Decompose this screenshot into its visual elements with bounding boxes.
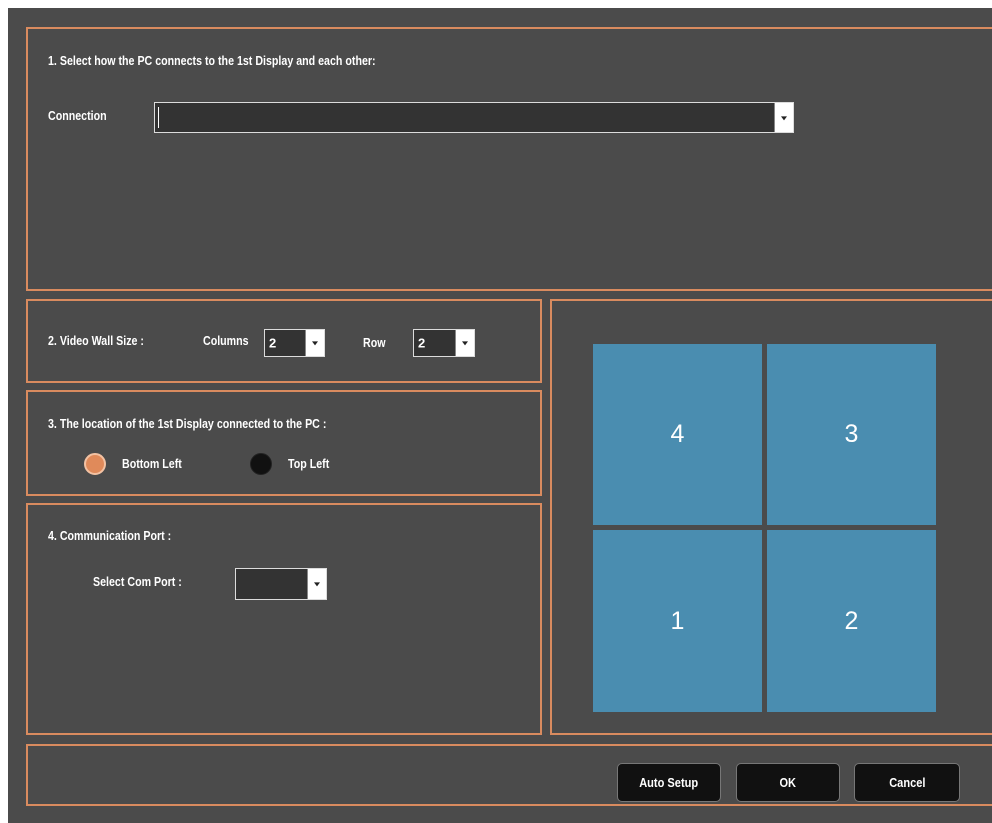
radio-label-bottom-left: Bottom Left (122, 456, 182, 471)
row-label: Row (363, 335, 386, 350)
chevron-down-icon[interactable] (305, 330, 324, 356)
com-port-label: Select Com Port : (93, 574, 182, 589)
display-tile[interactable]: 4 (593, 344, 762, 525)
display-tile[interactable]: 1 (593, 530, 762, 712)
chevron-down-icon[interactable] (774, 103, 793, 132)
section3-title: 3. The location of the 1st Display conne… (48, 416, 327, 431)
ok-label: OK (779, 775, 797, 790)
columns-select[interactable]: 2 (264, 329, 325, 357)
section1-title: 1. Select how the PC connects to the 1st… (48, 53, 376, 68)
video-wall-dialog: 1. Select how the PC connects to the 1st… (8, 8, 992, 823)
cancel-button[interactable]: Cancel (854, 763, 960, 802)
ok-button[interactable]: OK (736, 763, 840, 802)
video-wall-preview-panel: 4 3 1 2 (550, 299, 992, 735)
chevron-down-icon[interactable] (455, 330, 474, 356)
section2-title: 2. Video Wall Size : (48, 333, 144, 348)
communication-port-panel: 4. Communication Port : Select Com Port … (26, 503, 542, 735)
first-display-location-panel: 3. The location of the 1st Display conne… (26, 390, 542, 496)
display-tile[interactable]: 3 (767, 344, 936, 525)
connection-select[interactable] (154, 102, 794, 133)
connection-panel: 1. Select how the PC connects to the 1st… (26, 27, 992, 291)
auto-setup-label: Auto Setup (639, 775, 699, 790)
button-bar: Auto Setup OK Cancel (26, 744, 992, 806)
row-value: 2 (418, 335, 426, 351)
text-cursor (158, 107, 159, 128)
radio-selected-icon[interactable] (84, 453, 106, 475)
chevron-down-icon[interactable] (307, 569, 326, 599)
auto-setup-button[interactable]: Auto Setup (617, 763, 721, 802)
radio-top-left[interactable]: Top Left (250, 451, 390, 477)
section4-title: 4. Communication Port : (48, 528, 172, 543)
connection-label: Connection (48, 108, 107, 123)
columns-label: Columns (203, 333, 249, 348)
columns-value: 2 (269, 335, 277, 351)
display-tile[interactable]: 2 (767, 530, 936, 712)
radio-bottom-left[interactable]: Bottom Left (84, 451, 244, 477)
radio-label-top-left: Top Left (288, 456, 330, 471)
video-wall-size-panel: 2. Video Wall Size : Columns 2 Row 2 (26, 299, 542, 383)
radio-unselected-icon[interactable] (250, 453, 272, 475)
cancel-label: Cancel (888, 775, 926, 790)
com-port-select[interactable] (235, 568, 327, 600)
row-select[interactable]: 2 (413, 329, 475, 357)
